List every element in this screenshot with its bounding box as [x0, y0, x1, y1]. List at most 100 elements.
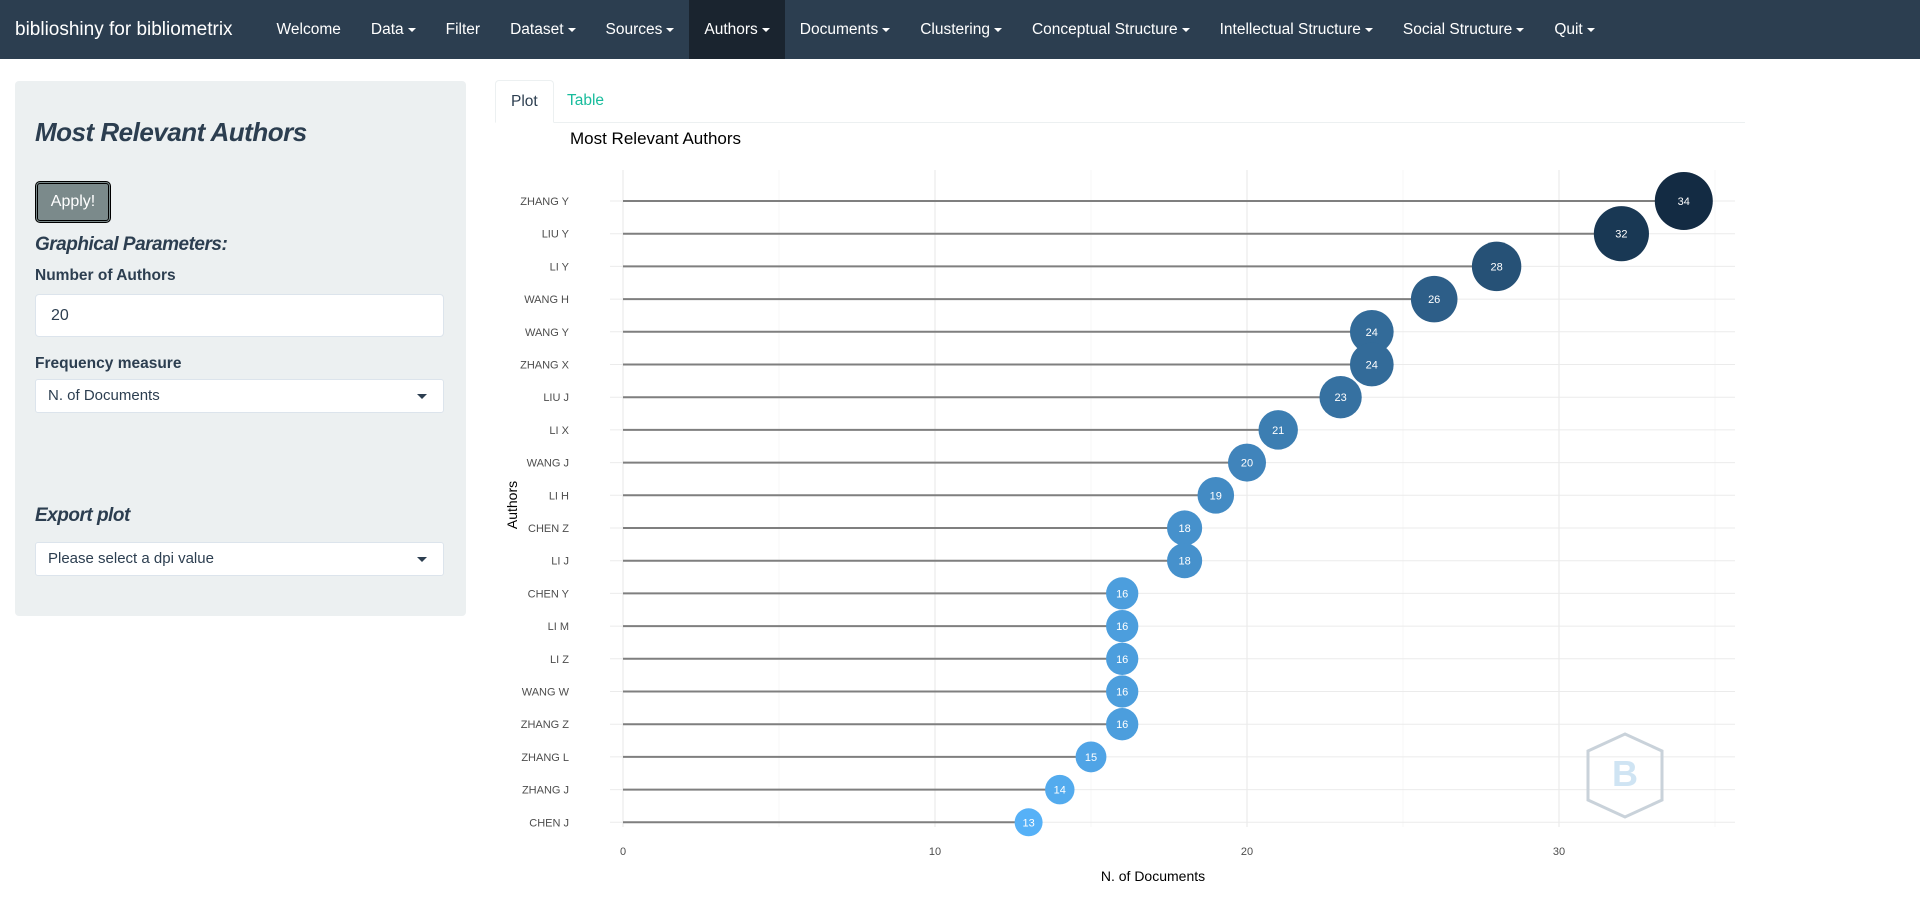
nav-item-intellectual-structure[interactable]: Intellectual Structure — [1205, 0, 1388, 59]
caret-down-icon — [1181, 27, 1190, 32]
chart-marks: ZHANG Y 34 LIU Y 32 LI Y 28 WANG H 26 WANG Y 24 ZH… — [520, 172, 1713, 837]
nav-item-filter[interactable]: Filter — [431, 0, 495, 59]
apply-button[interactable]: Apply! — [35, 181, 111, 223]
nav-item-label: Documents — [799, 21, 879, 38]
nav-item-label: Dataset — [510, 21, 564, 38]
chart-grid: 0 10 20 30 — [610, 170, 1735, 858]
caret-down-icon — [567, 27, 576, 32]
y-tick-label: ZHANG L — [521, 752, 569, 764]
point-value-label: 18 — [1178, 556, 1190, 568]
point-value-label: 24 — [1366, 327, 1378, 339]
x-tick-label: 0 — [620, 846, 626, 858]
caret-down-icon — [993, 27, 1002, 32]
y-tick-label: LI M — [548, 621, 569, 633]
dpi-select-placeholder: Please select a dpi value — [48, 550, 214, 567]
x-tick-label: 30 — [1553, 846, 1565, 858]
point-value-label: 16 — [1116, 621, 1128, 633]
chart-title: Most Relevant Authors — [570, 129, 741, 148]
tab-table[interactable]: Table — [552, 80, 619, 123]
point-value-label: 15 — [1085, 752, 1097, 764]
nav-item-label: Sources — [605, 21, 663, 38]
point-value-label: 20 — [1241, 458, 1253, 470]
caret-down-icon — [407, 27, 416, 32]
y-tick-label: CHEN Z — [528, 523, 569, 535]
nav-item-label: Welcome — [276, 21, 341, 38]
y-tick-label: LI Y — [550, 261, 570, 273]
y-tick-label: ZHANG X — [520, 360, 570, 372]
point-value-label: 26 — [1428, 294, 1440, 306]
y-tick-label: CHEN J — [529, 817, 569, 829]
y-tick-label: WANG J — [527, 458, 569, 470]
point-value-label: 23 — [1334, 392, 1346, 404]
y-tick-label: WANG Y — [525, 327, 570, 339]
frequency-measure-value: N. of Documents — [48, 387, 160, 404]
nav-item-quit[interactable]: Quit — [1539, 0, 1609, 59]
x-tick-label: 10 — [929, 846, 941, 858]
nav-item-label: Filter — [445, 21, 481, 38]
nav-item-authors[interactable]: Authors — [689, 0, 785, 59]
graphical-parameters-title: Graphical Parameters: — [35, 234, 228, 255]
sidebar-panel: Most Relevant Authors Apply! Graphical P… — [15, 81, 466, 616]
nav-item-label: Authors — [704, 21, 758, 38]
y-tick-label: CHEN Y — [528, 588, 570, 600]
nav-item-label: Social Structure — [1402, 21, 1513, 38]
caret-down-icon — [666, 27, 675, 32]
caret-down-icon — [761, 27, 770, 32]
point-value-label: 16 — [1116, 588, 1128, 600]
nav-item-welcome[interactable]: Welcome — [262, 0, 356, 59]
nav-item-label: Data — [370, 21, 404, 38]
number-of-authors-input[interactable]: 20 — [35, 294, 444, 337]
caret-down-icon — [1364, 27, 1373, 32]
y-tick-label: LI H — [549, 490, 569, 502]
svg-text:B: B — [1612, 753, 1638, 794]
point-value-label: 18 — [1178, 523, 1190, 535]
point-value-label: 16 — [1116, 719, 1128, 731]
brand-title[interactable]: biblioshiny for bibliometrix — [0, 0, 248, 59]
dpi-select[interactable]: Please select a dpi value — [35, 542, 444, 576]
frequency-measure-label: Frequency measure — [35, 355, 182, 372]
x-tick-label: 20 — [1241, 846, 1253, 858]
nav-item-label: Quit — [1554, 21, 1583, 38]
y-tick-label: WANG H — [524, 294, 569, 306]
caret-down-icon — [1586, 27, 1595, 32]
nav-item-clustering[interactable]: Clustering — [905, 0, 1017, 59]
sidebar-title: Most Relevant Authors — [35, 117, 307, 147]
bibliometrix-logo: B — [1586, 732, 1664, 819]
point-value-label: 28 — [1490, 261, 1502, 273]
result-tabs: Plot Table — [495, 80, 1745, 123]
y-tick-label: LI X — [549, 425, 569, 437]
point-value-label: 34 — [1678, 196, 1690, 208]
point-value-label: 13 — [1022, 817, 1034, 829]
y-tick-label: LI J — [551, 556, 569, 568]
frequency-measure-select[interactable]: N. of Documents — [35, 379, 444, 413]
point-value-label: 32 — [1615, 229, 1627, 241]
point-value-label: 19 — [1210, 490, 1222, 502]
y-axis-label: Authors — [504, 481, 520, 529]
nav-item-documents[interactable]: Documents — [785, 0, 905, 59]
nav-menu: Welcome Data Filter Dataset Sources Authors Do… — [262, 0, 1610, 59]
nav-item-data[interactable]: Data — [356, 0, 431, 59]
nav-item-label: Conceptual Structure — [1031, 21, 1178, 38]
y-tick-label: ZHANG J — [522, 785, 569, 797]
caret-down-icon — [882, 27, 891, 32]
point-value-label: 21 — [1272, 425, 1284, 437]
caret-down-icon — [1516, 27, 1525, 32]
point-value-label: 16 — [1116, 687, 1128, 699]
chevron-down-icon — [417, 394, 427, 399]
y-tick-label: LIU J — [543, 392, 569, 404]
nav-item-conceptual-structure[interactable]: Conceptual Structure — [1017, 0, 1205, 59]
number-of-authors-label: Number of Authors — [35, 267, 176, 284]
navbar: biblioshiny for bibliometrix Welcome Data… — [0, 0, 1920, 59]
nav-item-label: Clustering — [920, 21, 990, 38]
point-value-label: 14 — [1054, 785, 1066, 797]
x-axis-label: N. of Documents — [1101, 868, 1205, 884]
tab-plot[interactable]: Plot — [495, 80, 554, 123]
authors-lollipop-chart: Most Relevant Authors 0 10 20 30 ZHANG Y 34 L… — [504, 129, 1735, 884]
nav-item-dataset[interactable]: Dataset — [495, 0, 590, 59]
nav-item-social-structure[interactable]: Social Structure — [1388, 0, 1539, 59]
export-plot-title: Export plot — [35, 505, 130, 526]
y-tick-label: LI Z — [550, 654, 569, 666]
nav-item-sources[interactable]: Sources — [591, 0, 690, 59]
y-tick-label: ZHANG Z — [521, 719, 570, 731]
point-value-label: 24 — [1366, 360, 1378, 372]
